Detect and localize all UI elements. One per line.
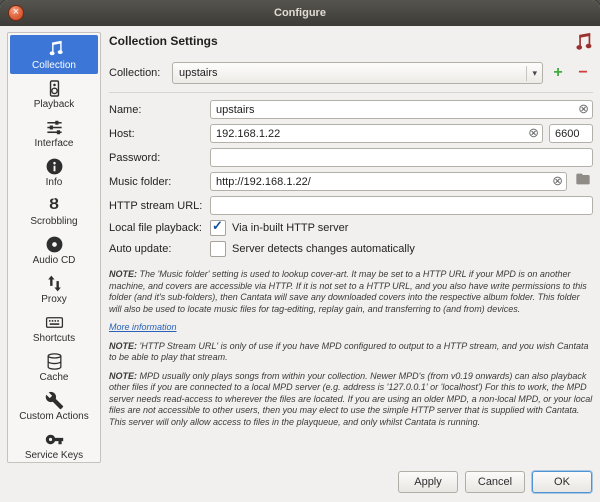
add-collection-button[interactable]: + [548,64,568,82]
cancel-button[interactable]: Cancel [465,471,525,493]
collection-combobox-value: upstairs [179,67,218,79]
titlebar: × Configure [0,0,600,26]
auto-update-checkbox[interactable] [210,241,226,257]
cache-icon [44,351,64,371]
sliders-icon [44,117,64,137]
sidebar-item-collection[interactable]: Collection [10,35,98,74]
sidebar-item-label: Scrobbling [30,216,78,227]
http-stream-url-label: HTTP stream URL: [109,199,203,212]
local-file-playback-option: Via in-built HTTP server [232,222,349,234]
music-note-icon [44,39,64,59]
name-input[interactable] [210,100,593,119]
host-label: Host: [109,127,135,140]
close-icon: × [12,6,20,18]
note-local-playback: NOTE: MPD usually only plays songs from … [109,370,593,427]
music-folder-label: Music folder: [109,175,172,188]
sidebar-item-cache[interactable]: Cache [10,347,98,386]
dialog-buttons: Apply Cancel OK [0,463,600,502]
proxy-icon [44,273,64,293]
sidebar-item-label: Interface [34,138,74,149]
sidebar-item-scrobbling[interactable]: Ȣ Scrobbling [10,191,98,230]
password-label: Password: [109,151,161,164]
sidebar-item-label: Collection [32,60,76,71]
scrobbling-icon: Ȣ [48,196,60,213]
page-title: Collection Settings [109,34,218,48]
sidebar-item-interface[interactable]: Interface [10,113,98,152]
sidebar-item-service-keys[interactable]: Service Keys [10,425,98,462]
sidebar-item-playback[interactable]: Playback [10,74,98,113]
music-notes-icon [571,32,593,54]
content: Collection Playback Interface Info Ȣ Scr… [0,26,600,463]
info-icon [44,156,64,176]
remove-collection-button[interactable]: − [573,64,593,82]
more-information-link[interactable]: More information [109,322,177,334]
sidebar-item-shortcuts[interactable]: Shortcuts [10,308,98,347]
window-title: Configure [274,7,326,19]
local-file-playback-checkbox[interactable] [210,218,226,236]
sidebar-item-proxy[interactable]: Proxy [10,269,98,308]
collection-label: Collection: [109,67,161,79]
apply-button[interactable]: Apply [398,471,458,493]
auto-update-option: Server detects changes automatically [232,243,415,255]
collection-combobox[interactable]: upstairs ▾ [172,62,543,84]
note-music-folder: NOTE: The 'Music folder' setting is used… [109,269,587,314]
sidebar-item-label: Info [45,177,63,188]
note-http-stream: NOTE: 'HTTP Stream URL' is only of use i… [109,340,589,363]
sidebar-item-label: Playback [33,99,75,110]
close-button[interactable]: × [8,5,24,21]
browse-folder-button[interactable] [573,172,593,191]
ok-button[interactable]: OK [532,471,592,493]
clear-icon[interactable]: ⊗ [528,126,539,140]
configure-dialog: × Configure Collection Playback Interfac… [0,0,600,502]
sidebar-item-label: Service Keys [24,450,84,461]
sidebar-item-label: Audio CD [32,255,76,266]
keyboard-icon [44,312,64,332]
separator [109,92,593,93]
sidebar-item-label: Custom Actions [19,411,89,422]
auto-update-label: Auto update: [109,243,172,255]
sidebar-item-audio-cd[interactable]: Audio CD [10,230,98,269]
port-input[interactable] [549,124,593,143]
sidebar-item-info[interactable]: Info [10,152,98,191]
speaker-icon [44,78,64,98]
sidebar-item-custom-actions[interactable]: Custom Actions [10,386,98,425]
chevron-down-icon: ▾ [526,65,542,81]
host-input[interactable] [210,124,543,143]
music-folder-input[interactable] [210,172,567,191]
sidebar-item-label: Cache [39,372,69,383]
sidebar-item-label: Proxy [41,294,67,305]
wrench-icon [44,390,64,410]
folder-icon [575,171,591,192]
local-file-playback-label: Local file playback: [109,222,202,234]
http-stream-url-input[interactable] [210,196,593,215]
collection-settings-panel: Collection Settings Collection: upstairs… [109,32,593,463]
notes-section: NOTE: The 'Music folder' setting is used… [109,269,593,435]
key-icon [44,429,64,449]
name-label: Name: [109,103,142,116]
password-input[interactable] [210,148,593,167]
clear-icon[interactable]: ⊗ [552,174,563,188]
sidebar-item-label: Shortcuts [32,333,76,344]
sidebar: Collection Playback Interface Info Ȣ Scr… [7,32,101,463]
cd-icon [44,234,64,254]
clear-icon[interactable]: ⊗ [578,102,589,116]
